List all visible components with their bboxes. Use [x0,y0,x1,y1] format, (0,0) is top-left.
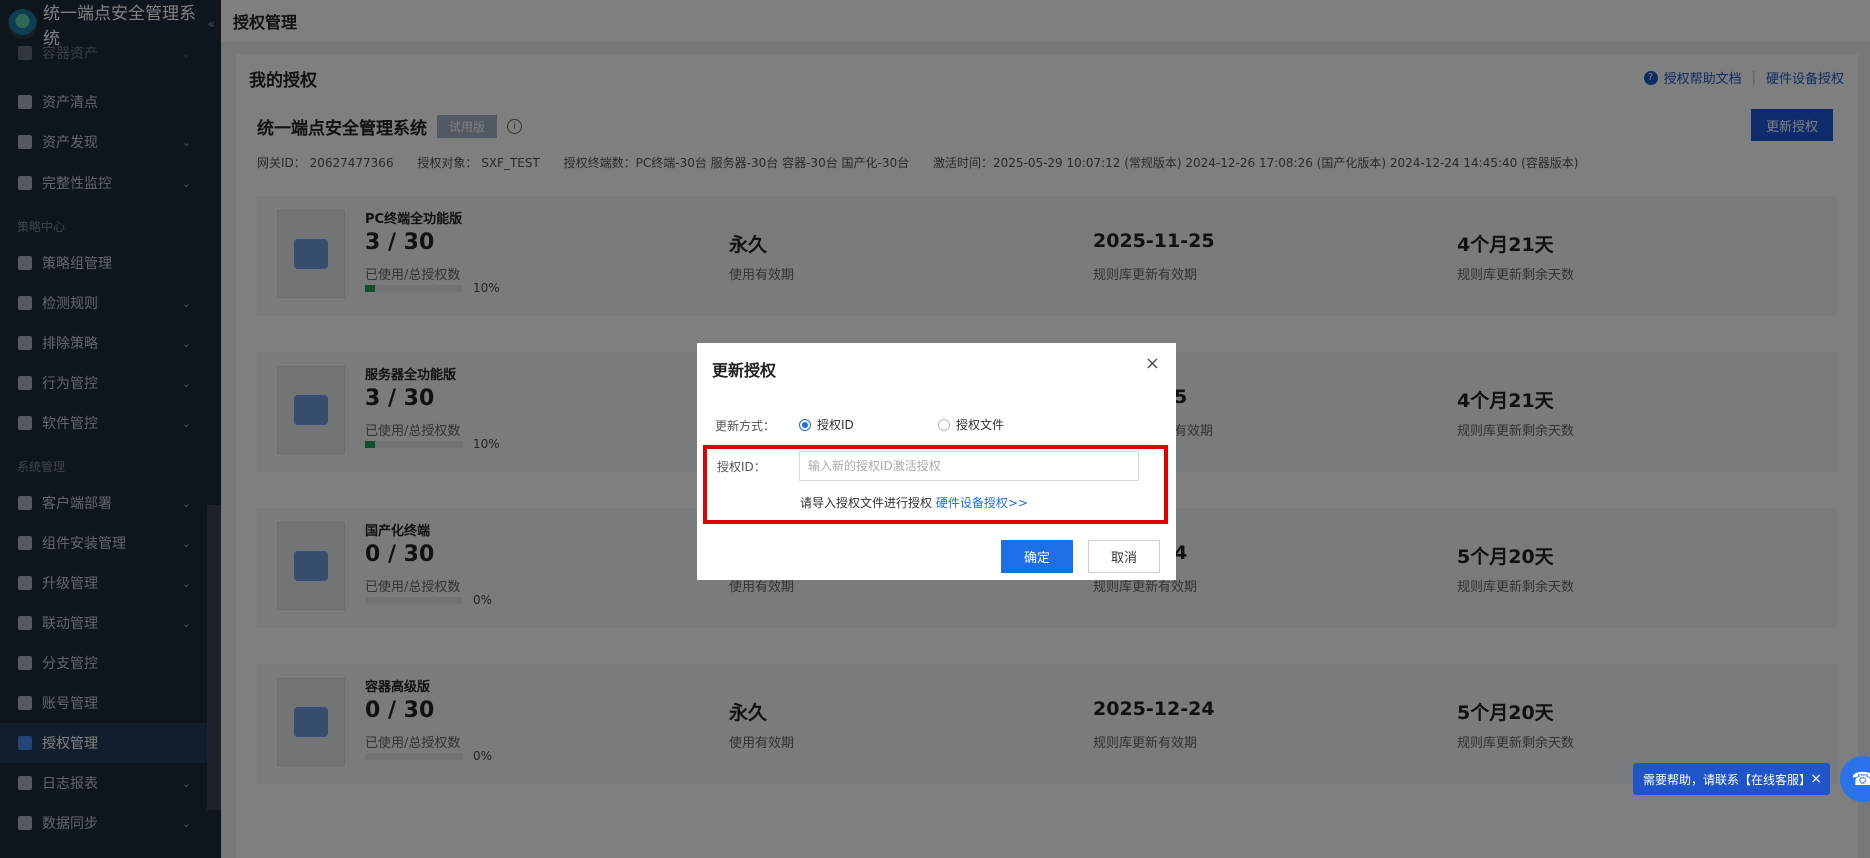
radio-license-file[interactable]: 授权文件 [938,416,1004,433]
update-license-dialog: 更新授权 × 更新方式： 授权ID 授权文件 授权ID： 请导入授权文件进行授权… [697,343,1176,580]
radio-license-id[interactable]: 授权ID [799,416,854,433]
radio-unselected-icon [938,418,950,431]
radio-label: 授权文件 [956,418,1005,432]
close-icon[interactable]: × [1145,353,1160,374]
online-help-banner[interactable]: 需要帮助，请联系【在线客服】 × [1633,763,1830,795]
license-id-input[interactable] [799,451,1139,481]
hardware-auth-link[interactable]: 硬件设备授权>> [936,496,1028,510]
import-hint: 请导入授权文件进行授权 硬件设备授权>> [800,494,1028,511]
radio-label: 授权ID [817,418,854,432]
license-id-label: 授权ID： [717,460,766,474]
dialog-title: 更新授权 [712,361,777,380]
hint-text: 请导入授权文件进行授权 [800,496,933,510]
close-icon[interactable]: × [1810,771,1822,787]
update-method-label: 更新方式： [715,419,776,433]
radio-selected-icon [799,418,811,431]
online-help-text: 需要帮助，请联系【在线客服】 [1643,772,1812,787]
cancel-button[interactable]: 取消 [1088,540,1160,573]
confirm-button[interactable]: 确定 [1001,540,1073,573]
